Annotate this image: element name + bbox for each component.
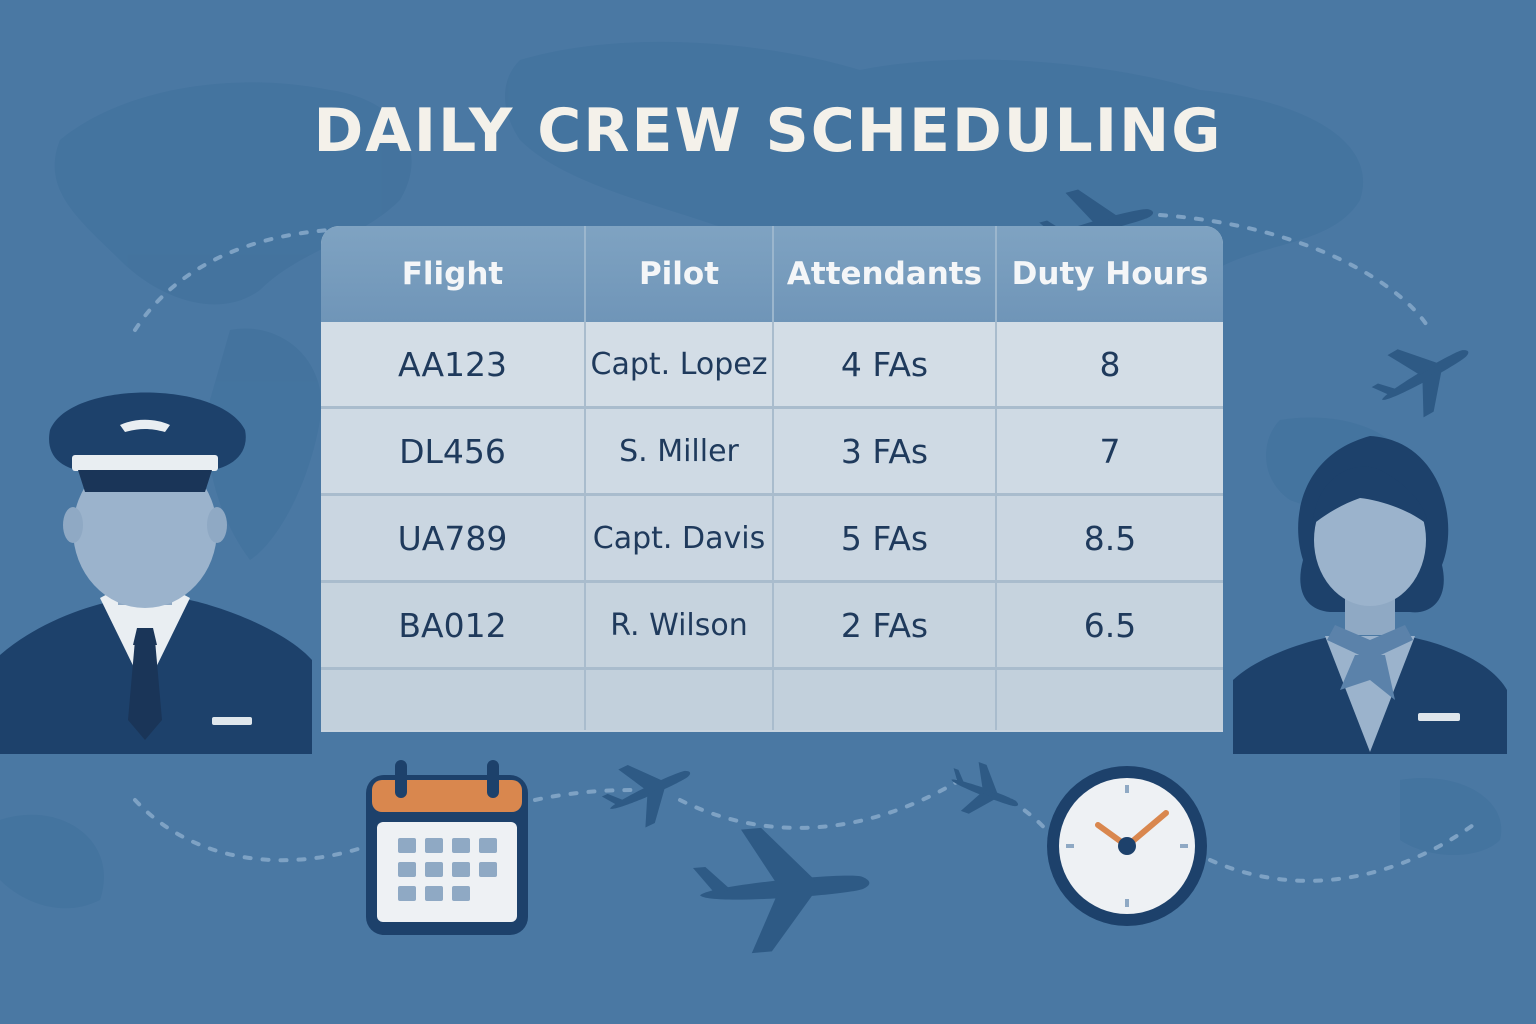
table-row[interactable]: DL456 S. Miller 3 FAs 7 [321,409,1223,496]
empty-cell [774,670,997,730]
cell-pilot: Capt. Lopez [586,322,774,406]
table-header-row: Flight Pilot Attendants Duty Hours [321,226,1223,322]
cell-attendants: 5 FAs [774,496,997,580]
cell-flight: UA789 [321,496,586,580]
cell-duty-hours: 6.5 [1083,605,1137,645]
cell-attendants: 2 FAs [774,583,997,667]
column-header-pilot[interactable]: Pilot [586,226,774,322]
table-row[interactable]: UA789 Capt. Davis 5 FAs 8.5 [321,496,1223,583]
page-title: DAILY CREW SCHEDULING [313,96,1223,166]
calendar-icon [366,760,528,935]
cell-pilot: S. Miller [586,409,774,493]
airplane-icon [1371,349,1469,418]
cell-flight: DL456 [321,409,586,493]
airplane-icon [951,762,1019,814]
airplane-icon [693,827,870,954]
column-header-duty-hours[interactable]: Duty Hours [997,226,1223,322]
cell-duty-hours: 8 [1099,344,1121,384]
table-row-empty [321,670,1223,730]
table-row[interactable]: AA123 Capt. Lopez 4 FAs 8 [321,322,1223,409]
empty-cell [321,670,586,730]
column-header-attendants[interactable]: Attendants [774,226,997,322]
column-header-flight[interactable]: Flight [321,226,586,322]
schedule-table: Flight Pilot Attendants Duty Hours AA123… [321,226,1223,732]
clock-icon [1047,766,1207,926]
cell-pilot: Capt. Davis [586,496,774,580]
cell-flight: BA012 [321,583,586,667]
cell-attendants: 3 FAs [774,409,997,493]
cell-pilot: R. Wilson [586,583,774,667]
empty-cell [586,670,774,730]
empty-cell [997,670,1223,730]
cell-duty-hours: 7 [1099,431,1121,471]
cell-attendants: 4 FAs [774,322,997,406]
cell-flight: AA123 [321,322,586,406]
table-row[interactable]: BA012 R. Wilson 2 FAs 6.5 [321,583,1223,670]
table-body: AA123 Capt. Lopez 4 FAs 8 DL456 S. Mille… [321,322,1223,730]
cell-duty-hours: 8.5 [1083,518,1137,558]
